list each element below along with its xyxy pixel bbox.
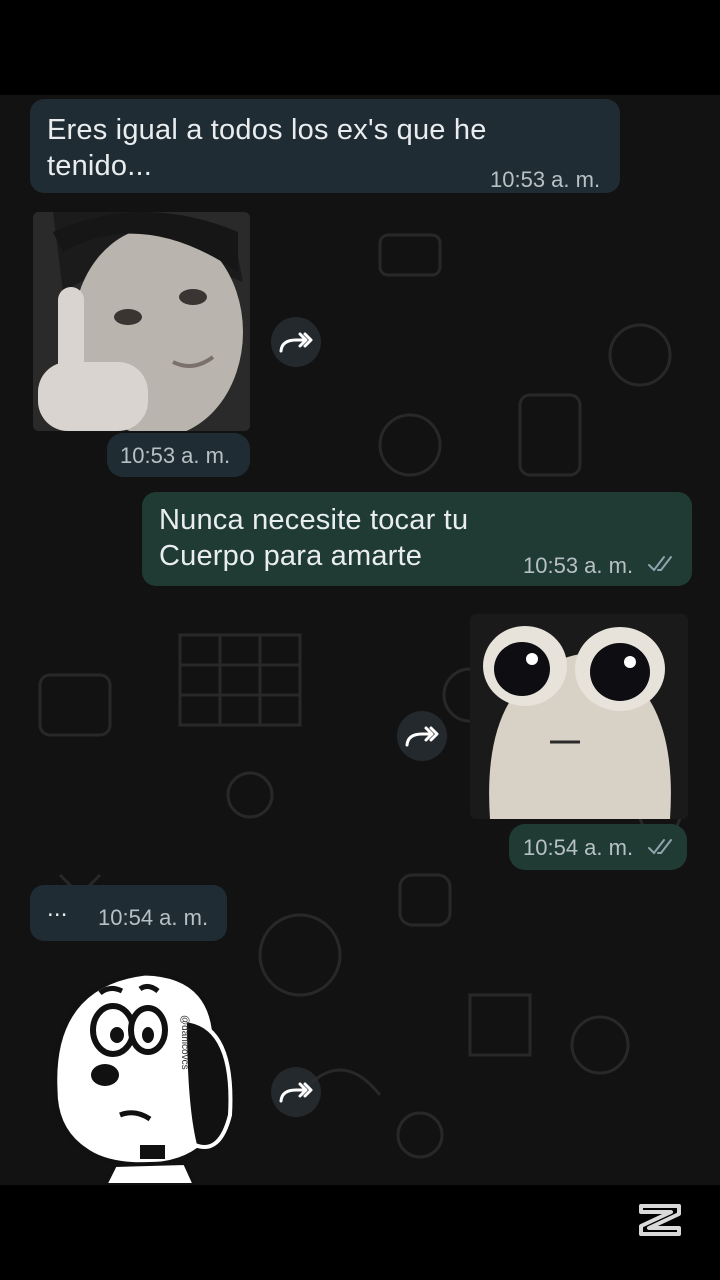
message-text-line2: Cuerpo para amarte — [159, 540, 423, 572]
chat-area[interactable]: Eres igual a todos los ex's que he tenid… — [0, 95, 720, 1185]
outgoing-message-bubble[interactable]: Nunca necesite tocar tu Cuerpo para amar… — [142, 492, 692, 586]
double-check-icon — [648, 556, 672, 572]
sticker-credit: @danicovcs — [179, 1015, 190, 1070]
outgoing-image[interactable] — [470, 614, 688, 819]
image-timestamp-pill: 10:54 a. m. — [509, 824, 687, 870]
capcut-logo — [639, 1204, 681, 1236]
message-timestamp: 10:53 a. m. — [120, 443, 231, 468]
message-text-line2: tenido... — [47, 150, 152, 182]
forward-icon — [279, 332, 313, 353]
bottom-letterbox — [0, 1185, 720, 1280]
top-letterbox — [0, 0, 720, 95]
message-timestamp: 10:53 a. m. — [523, 553, 634, 578]
photo-child-gesture — [33, 212, 250, 431]
forward-icon — [279, 1082, 313, 1103]
photo-pou-plush — [470, 614, 688, 819]
message-timestamp: 10:53 a. m. — [490, 167, 601, 192]
forward-icon — [405, 726, 439, 747]
image-timestamp-pill: 10:53 a. m. — [107, 433, 250, 477]
incoming-message-bubble[interactable]: ... 10:54 a. m. — [30, 885, 227, 941]
incoming-sticker[interactable]: @danicovcs — [45, 965, 240, 1185]
forward-button[interactable] — [271, 317, 321, 367]
message-text-line1: Nunca necesite tocar tu — [159, 504, 469, 536]
message-timestamp: 10:54 a. m. — [98, 905, 209, 930]
message-text: ... — [47, 895, 68, 922]
message-text-line1: Eres igual a todos los ex's que he — [47, 114, 487, 146]
snoopy-sticker — [52, 970, 233, 1185]
incoming-message-bubble[interactable]: Eres igual a todos los ex's que he tenid… — [30, 99, 620, 193]
incoming-image[interactable] — [33, 212, 250, 431]
forward-button[interactable] — [397, 711, 447, 761]
message-timestamp: 10:54 a. m. — [523, 835, 634, 860]
forward-button[interactable] — [271, 1067, 321, 1117]
double-check-icon — [648, 839, 672, 855]
